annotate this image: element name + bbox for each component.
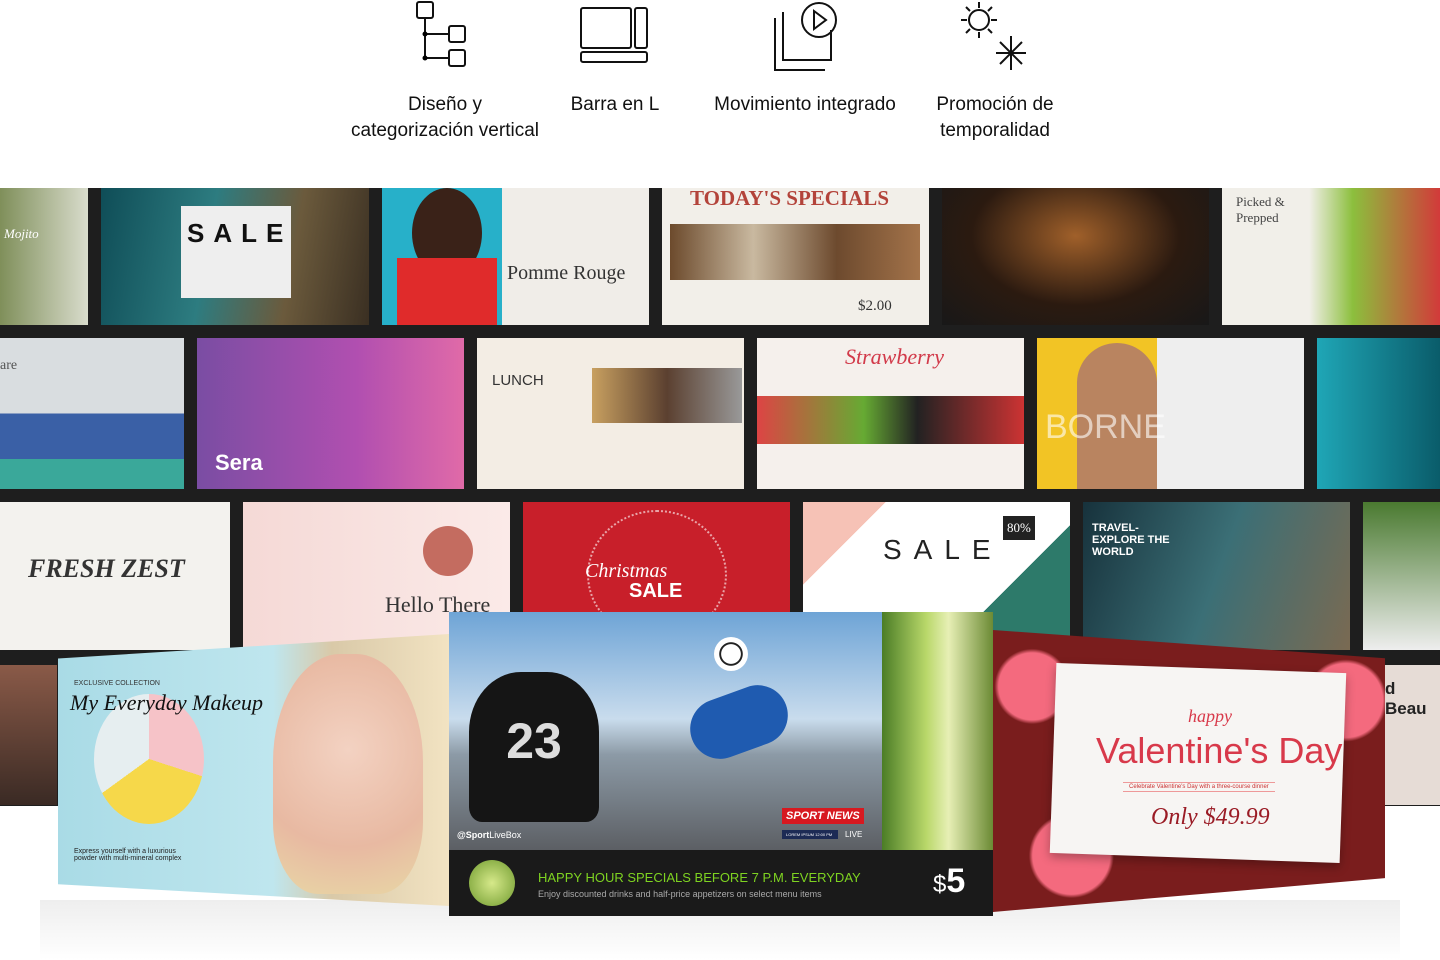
motion-play-icon bbox=[774, 2, 837, 71]
feature-season: Promoción de temporalidad bbox=[895, 0, 1095, 144]
l-bar-layout-icon bbox=[580, 7, 648, 63]
template-beauty[interactable]: d Beau bbox=[1385, 665, 1440, 805]
tree-hierarchy-icon bbox=[416, 1, 466, 67]
kicking-player bbox=[681, 676, 797, 768]
template-strawberry[interactable]: Strawberry bbox=[757, 338, 1024, 489]
sport-video: 23 @SportLiveBox SPORT NEWS LOREM IPSUM … bbox=[449, 612, 882, 850]
template-salad[interactable] bbox=[1363, 502, 1440, 650]
feature-label: Barra en L bbox=[570, 94, 660, 115]
template-todays-specials[interactable]: TODAY'S SPECIALS $2.00 bbox=[662, 188, 929, 325]
template-borne[interactable]: BORNE bbox=[1037, 338, 1304, 489]
template-sera[interactable]: Sera bbox=[197, 338, 464, 489]
template-travel[interactable]: TRAVEL- EXPLORE THE WORLD bbox=[1083, 502, 1350, 650]
template-lunch[interactable]: LUNCH bbox=[477, 338, 744, 489]
drink-thumbnail bbox=[469, 860, 515, 906]
sport-news-badge: SPORT NEWS bbox=[782, 808, 864, 824]
template-pomme-rouge[interactable]: Pomme Rouge bbox=[382, 188, 649, 325]
feature-l-bar: Barra en L bbox=[515, 0, 715, 118]
drink-side-panel bbox=[882, 612, 993, 850]
player-jersey: 23 bbox=[469, 672, 599, 822]
soccer-ball-icon bbox=[714, 637, 748, 671]
l-bar-template-card[interactable]: 23 @SportLiveBox SPORT NEWS LOREM IPSUM … bbox=[449, 612, 993, 916]
ticker-headline: HAPPY HOUR SPECIALS BEFORE 7 P.M. EVERYD… bbox=[538, 870, 861, 885]
feature-label: Promoción de temporalidad bbox=[936, 94, 1054, 141]
makeup-template-card[interactable]: EXCLUSIVE COLLECTION My Everyday Makeup … bbox=[58, 634, 449, 906]
template-teal-fashion[interactable] bbox=[1317, 338, 1440, 489]
template-mojito[interactable]: Mojito bbox=[0, 188, 88, 325]
valentine-template-card[interactable]: happy Valentine's Day Celebrate Valentin… bbox=[993, 630, 1385, 912]
template-picked-prepped[interactable]: Picked & Prepped bbox=[1222, 188, 1440, 325]
template-burgers[interactable] bbox=[942, 188, 1209, 325]
template-sale-ocean[interactable]: SALE bbox=[101, 188, 369, 325]
feature-motion: Movimiento integrado bbox=[705, 0, 905, 118]
season-sun-snow-icon bbox=[961, 2, 1026, 70]
feature-label: Movimiento integrado bbox=[714, 94, 896, 115]
template-portrait[interactable] bbox=[0, 665, 57, 805]
price: $5 bbox=[933, 862, 966, 900]
template-spa[interactable]: are bbox=[0, 338, 184, 489]
template-fresh-zest[interactable]: FRESH ZEST bbox=[0, 502, 230, 650]
model-face bbox=[273, 654, 423, 894]
